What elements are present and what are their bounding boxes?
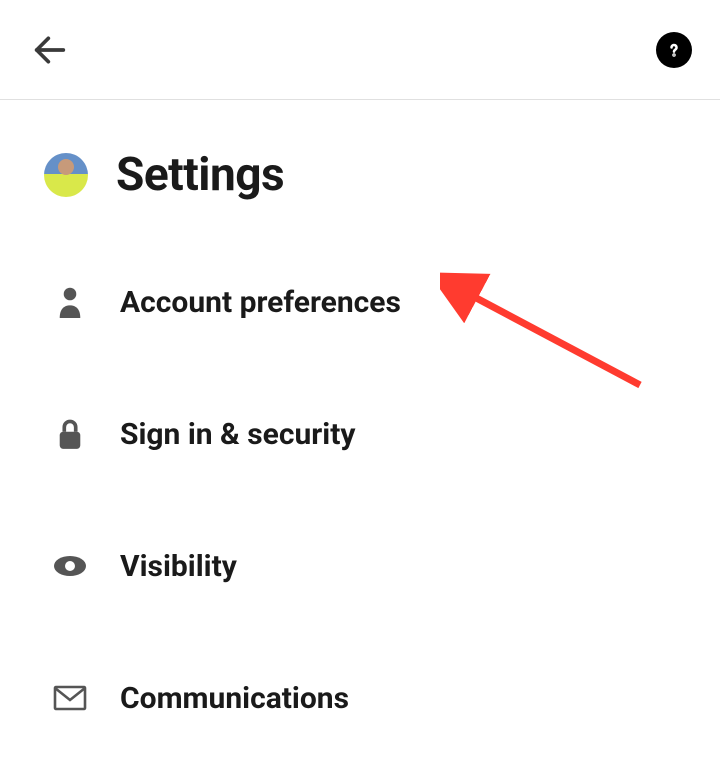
title-row: Settings [44,148,676,202]
envelope-icon [52,680,88,716]
menu-item-label: Communications [120,681,349,716]
eye-icon [52,548,88,584]
menu-item-label: Account preferences [120,285,401,320]
menu-item-account-preferences[interactable]: Account preferences [44,284,676,320]
avatar[interactable] [44,153,88,197]
menu-item-communications[interactable]: Communications [44,680,676,716]
content-area: Settings Account preferences Sign in & s… [0,100,720,716]
help-button[interactable] [656,32,692,68]
help-icon [664,40,684,60]
lock-icon [52,416,88,452]
menu-item-label: Sign in & security [120,417,355,452]
back-button[interactable] [28,28,72,72]
arrow-left-icon [30,30,70,70]
menu-item-sign-in-security[interactable]: Sign in & security [44,416,676,452]
person-icon [52,284,88,320]
header-bar [0,0,720,100]
menu-item-label: Visibility [120,549,237,584]
page-title: Settings [116,148,284,202]
menu-item-visibility[interactable]: Visibility [44,548,676,584]
